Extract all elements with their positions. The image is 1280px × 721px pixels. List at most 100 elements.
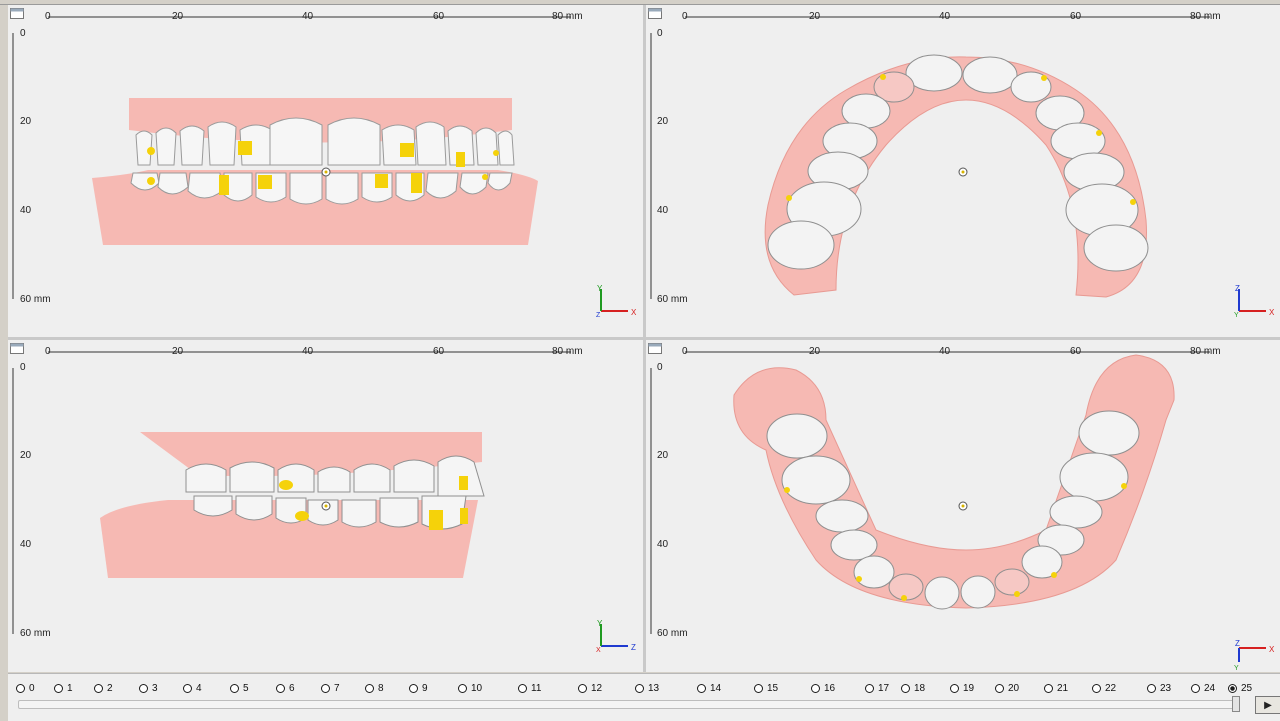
stage-label: 4: [196, 682, 202, 694]
stage-label: 3: [152, 682, 158, 694]
stage-radio-24[interactable]: 24: [1191, 681, 1215, 695]
axis-label-up: Z: [1235, 284, 1240, 293]
stage-radio-19[interactable]: 19: [950, 681, 974, 695]
axis-label-corner: Y: [1234, 312, 1239, 319]
left-frame: [0, 5, 8, 720]
stage-radio-20[interactable]: 20: [995, 681, 1019, 695]
radio-circle-icon[interactable]: [183, 683, 192, 693]
stage-radio-8[interactable]: 8: [365, 681, 384, 695]
stage-radio-5[interactable]: 5: [230, 681, 249, 695]
stage-radio-7[interactable]: 7: [321, 681, 340, 695]
stage-label: 13: [648, 682, 660, 694]
viewport-splitter-horizontal[interactable]: [8, 337, 1280, 340]
stage-radio-6[interactable]: 6: [276, 681, 295, 695]
stage-label: 20: [1008, 682, 1020, 694]
stage-label: 25: [1241, 682, 1253, 694]
radio-circle-icon[interactable]: [1191, 683, 1200, 693]
radio-circle-icon[interactable]: [811, 683, 820, 693]
viewport-upper-occlusal[interactable]: 0 20 40 60 80 mm 0 20 40 60 mm Z X Y: [646, 5, 1280, 337]
radio-circle-icon[interactable]: [635, 683, 644, 693]
stage-label: 1: [67, 682, 73, 694]
stage-radio-13[interactable]: 13: [635, 681, 659, 695]
stage-label: 21: [1057, 682, 1069, 694]
play-button[interactable]: ▶: [1255, 696, 1280, 714]
stage-radio-11[interactable]: 11: [518, 681, 541, 695]
radio-circle-icon[interactable]: [950, 683, 959, 693]
radio-circle-icon[interactable]: [578, 683, 587, 693]
stage-radio-23[interactable]: 23: [1147, 681, 1171, 695]
stage-label: 12: [591, 682, 603, 694]
stage-radio-14[interactable]: 14: [697, 681, 721, 695]
radio-circle-icon[interactable]: [1092, 683, 1101, 693]
stage-radio-3[interactable]: 3: [139, 681, 158, 695]
stage-radio-25[interactable]: 25: [1228, 681, 1252, 695]
stage-radio-18[interactable]: 18: [901, 681, 925, 695]
stage-radio-1[interactable]: 1: [54, 681, 73, 695]
stage-radio-0[interactable]: 0: [16, 681, 35, 695]
radio-circle-icon[interactable]: [518, 683, 527, 693]
stage-label: 0: [29, 682, 35, 694]
stage-label: 2: [107, 682, 113, 694]
stage-label: 24: [1204, 682, 1216, 694]
viewport-front[interactable]: 0 20 40 60 80 mm 0 20 40 60 mm Y X Z: [8, 5, 643, 337]
radio-circle-icon[interactable]: [54, 683, 63, 693]
stage-label: 14: [710, 682, 722, 694]
stage-radio-2[interactable]: 2: [94, 681, 113, 695]
stage-label: 7: [334, 682, 340, 694]
radio-circle-icon[interactable]: [230, 683, 239, 693]
radio-circle-icon[interactable]: [16, 683, 25, 693]
coordinate-axes-icon: Y X Z: [596, 284, 637, 319]
axis-label-right: Z: [631, 643, 636, 652]
radio-circle-icon[interactable]: [139, 683, 148, 693]
stage-label: 16: [824, 682, 836, 694]
stage-label: 5: [243, 682, 249, 694]
stage-radio-4[interactable]: 4: [183, 681, 202, 695]
play-icon: ▶: [1264, 699, 1272, 711]
radio-circle-icon[interactable]: [995, 683, 1004, 693]
axis-label-right: X: [631, 308, 637, 317]
axis-label-corner: Z: [596, 312, 601, 319]
stage-radio-22[interactable]: 22: [1092, 681, 1116, 695]
axis-label-up: Y: [597, 284, 603, 293]
radio-circle-icon[interactable]: [1147, 683, 1156, 693]
stage-label: 9: [422, 682, 428, 694]
stage-radio-15[interactable]: 15: [754, 681, 778, 695]
stage-label: 18: [914, 682, 926, 694]
stage-radio-9[interactable]: 9: [409, 681, 428, 695]
axis-label-up: Z: [1235, 639, 1240, 648]
coordinate-axes-icon: Z X Y: [1234, 639, 1275, 672]
radio-circle-icon[interactable]: [1044, 683, 1053, 693]
stage-radio-16[interactable]: 16: [811, 681, 835, 695]
stage-radio-21[interactable]: 21: [1044, 681, 1068, 695]
viewport-lateral[interactable]: 0 20 40 60 80 mm 0 20 40 60 mm Y Z X: [8, 340, 643, 672]
stage-label: 17: [878, 682, 890, 694]
radio-circle-icon[interactable]: [276, 683, 285, 693]
axis-label-corner: X: [596, 647, 601, 654]
radio-circle-icon[interactable]: [901, 683, 910, 693]
radio-circle-icon[interactable]: [754, 683, 763, 693]
radio-circle-icon[interactable]: [365, 683, 374, 693]
radio-circle-icon[interactable]: [697, 683, 706, 693]
stage-label: 6: [289, 682, 295, 694]
stage-label: 11: [531, 682, 542, 694]
stage-slider-thumb[interactable]: [1232, 696, 1240, 712]
stage-radio-17[interactable]: 17: [865, 681, 889, 695]
stage-label: 10: [471, 682, 483, 694]
viewport-lower-occlusal[interactable]: 0 20 40 60 80 mm 0 20 40 60 mm Z X Y: [646, 340, 1280, 672]
coordinate-axes-icon: Y Z X: [596, 619, 636, 654]
radio-circle-icon[interactable]: [865, 683, 874, 693]
radio-circle-icon[interactable]: [94, 683, 103, 693]
radio-circle-icon[interactable]: [1228, 683, 1237, 693]
stage-radio-10[interactable]: 10: [458, 681, 482, 695]
stage-label: 19: [963, 682, 975, 694]
stage-slider-track[interactable]: [18, 700, 1238, 709]
radio-circle-icon[interactable]: [409, 683, 418, 693]
axis-label-up: Y: [597, 619, 603, 628]
stage-label: 23: [1160, 682, 1172, 694]
coordinate-axes-icon: Z X Y: [1234, 284, 1275, 319]
stage-radio-12[interactable]: 12: [578, 681, 602, 695]
stage-label: 22: [1105, 682, 1117, 694]
stage-label: 8: [378, 682, 384, 694]
radio-circle-icon[interactable]: [321, 683, 330, 693]
radio-circle-icon[interactable]: [458, 683, 467, 693]
